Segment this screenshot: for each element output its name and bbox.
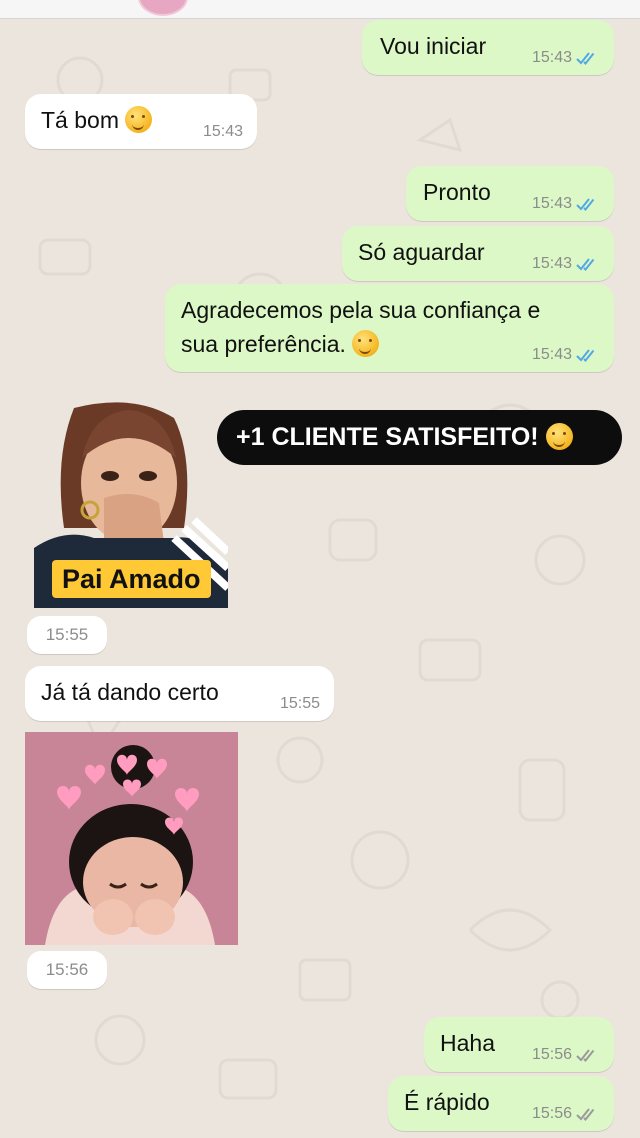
double-check-read-icon <box>576 198 595 211</box>
message-time: 15:43 <box>531 255 572 272</box>
double-check-read-icon <box>576 349 595 362</box>
satisfied-client-banner: +1 CLIENTE SATISFEITO! <box>217 410 622 465</box>
message-time: 15:43 <box>531 195 572 212</box>
message-meta: 15:56 <box>532 1046 600 1064</box>
message-meta: 15:56 <box>532 1105 600 1123</box>
message-text: É rápido <box>404 1089 490 1115</box>
message-text: Só aguardar <box>358 239 485 265</box>
message-text: Vou iniciar <box>380 33 487 59</box>
double-check-read-icon <box>576 258 595 271</box>
message-time: 15:56 <box>531 1105 572 1122</box>
message-meta: 15:43 <box>532 195 600 213</box>
chat-header-strip <box>0 0 640 19</box>
girl-with-hearts-sticker[interactable] <box>25 732 238 945</box>
message-meta: 15:43 <box>532 255 600 273</box>
contact-avatar[interactable] <box>138 0 188 16</box>
message-text: Haha <box>440 1030 495 1056</box>
outgoing-message[interactable]: Vou iniciar 15:43 <box>362 20 614 75</box>
message-text: Tá bom <box>41 104 153 136</box>
message-time: 15:43 <box>202 123 243 140</box>
incoming-message[interactable]: Já tá dando certo 15:55 <box>25 666 334 721</box>
star-struck-emoji <box>545 423 573 450</box>
shushing-face-emoji <box>125 106 153 133</box>
double-check-delivered-icon <box>576 1108 595 1121</box>
star-struck-emoji <box>352 330 380 357</box>
message-meta: 15:43 <box>532 49 600 67</box>
message-text-line-1: Agradecemos pela sua confiança e <box>181 297 541 323</box>
outgoing-message[interactable]: Agradecemos pela sua confiança e sua pre… <box>165 284 614 372</box>
outgoing-message[interactable]: Pronto 15:43 <box>406 166 614 221</box>
sticker-caption: Pai Amado <box>52 560 211 598</box>
message-meta: 15:43 <box>203 123 243 141</box>
outgoing-message[interactable]: Haha 15:56 <box>424 1017 614 1072</box>
double-check-read-icon <box>576 52 595 65</box>
incoming-message[interactable]: Tá bom 15:43 <box>25 94 257 149</box>
message-time: 15:43 <box>531 49 572 66</box>
banner-text: +1 CLIENTE SATISFEITO! <box>236 423 539 451</box>
message-meta: 15:55 <box>280 695 320 713</box>
outgoing-message[interactable]: Só aguardar 15:43 <box>342 226 614 281</box>
message-time: 15:56 <box>531 1046 572 1063</box>
sticker-illustration <box>25 732 238 945</box>
sticker-time: 15:56 <box>27 951 107 989</box>
message-time: 15:55 <box>279 695 320 712</box>
message-text: Pronto <box>423 179 491 205</box>
message-text: Já tá dando certo <box>41 679 219 705</box>
sticker-time: 15:55 <box>27 616 107 654</box>
message-time: 15:43 <box>531 346 572 363</box>
woman-hand-over-mouth-sticker[interactable]: Pai Amado <box>34 398 228 608</box>
message-text-line-2: sua preferência. <box>181 328 380 360</box>
outgoing-message[interactable]: É rápido 15:56 <box>388 1076 614 1131</box>
message-meta: 15:43 <box>532 346 600 364</box>
double-check-delivered-icon <box>576 1049 595 1062</box>
